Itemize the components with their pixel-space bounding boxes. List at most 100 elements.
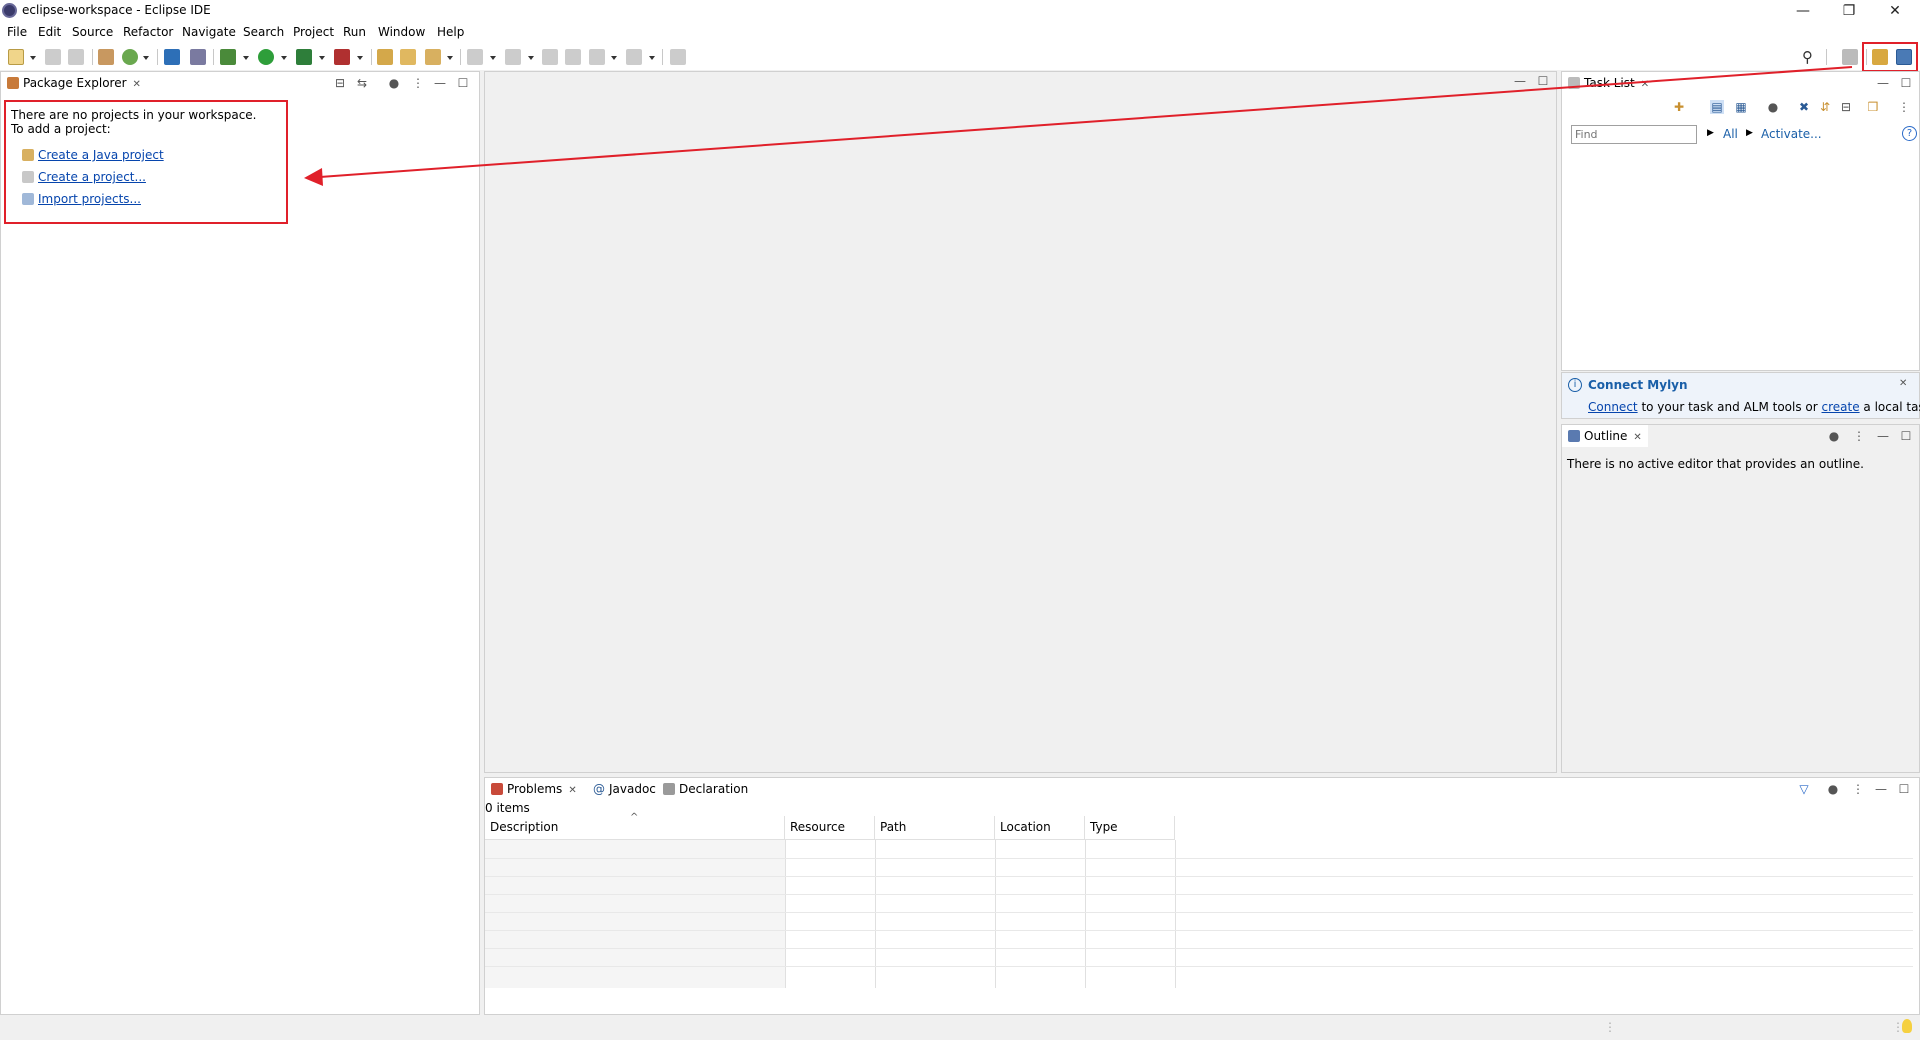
last-edit-icon[interactable] (542, 49, 558, 65)
scheduled-icon[interactable]: ▦ (1734, 100, 1748, 114)
menu-help[interactable]: Help (437, 25, 464, 39)
view-menu-icon[interactable]: ⋮ (1851, 782, 1865, 796)
open-task-icon[interactable] (400, 49, 416, 65)
maximize-view-icon[interactable]: ☐ (1899, 429, 1913, 443)
open-perspective-icon[interactable] (1842, 49, 1858, 65)
save-all-icon[interactable] (68, 49, 84, 65)
open-type-icon[interactable] (98, 49, 114, 65)
activate-link[interactable]: Activate... (1761, 127, 1822, 141)
prev-annotation-icon[interactable] (505, 49, 521, 65)
maximize-view-icon[interactable]: ☐ (456, 76, 470, 90)
new-task-icon[interactable]: ✚ (1672, 100, 1686, 114)
prev-annotation-dropdown-icon[interactable] (528, 56, 534, 60)
help-icon[interactable]: ? (1902, 126, 1917, 141)
save-icon[interactable] (45, 49, 61, 65)
repositories-icon[interactable]: ❒ (1866, 100, 1880, 114)
column-type[interactable]: Type (1085, 816, 1175, 840)
minimize-view-icon[interactable]: — (1876, 76, 1890, 90)
view-menu-icon[interactable]: ⋮ (411, 76, 425, 90)
column-path[interactable]: Path (875, 816, 995, 840)
minimize-view-icon[interactable]: — (1876, 429, 1890, 443)
maximize-view-icon[interactable]: ☐ (1897, 782, 1911, 796)
next-annotation-icon[interactable] (467, 49, 483, 65)
editor-maximize-icon[interactable]: ☐ (1536, 74, 1550, 88)
minimize-view-icon[interactable]: — (1874, 782, 1888, 796)
new-java-dropdown-icon[interactable] (143, 56, 149, 60)
connect-link[interactable]: Connect (1588, 400, 1638, 414)
forward-edit-icon[interactable] (565, 49, 581, 65)
coverage-dropdown-icon[interactable] (319, 56, 325, 60)
hide-completed-icon[interactable]: ✖ (1797, 100, 1811, 114)
back-icon[interactable] (589, 49, 605, 65)
skip-breakpoints-icon[interactable] (190, 49, 206, 65)
column-location[interactable]: Location (995, 816, 1085, 840)
status-separator: ⋮ (1604, 1020, 1616, 1034)
lightbulb-icon[interactable] (1902, 1019, 1912, 1033)
close-icon[interactable]: ✕ (1899, 378, 1907, 389)
menu-navigate[interactable]: Navigate (182, 25, 236, 39)
column-description[interactable]: Description ^ (485, 812, 785, 840)
menu-source[interactable]: Source (72, 25, 113, 39)
focus-task-icon[interactable]: ● (387, 76, 401, 90)
search-icon[interactable]: ⚲ (1802, 49, 1818, 65)
new-dropdown-icon[interactable] (30, 56, 36, 60)
menu-window[interactable]: Window (378, 25, 425, 39)
menu-search[interactable]: Search (243, 25, 284, 39)
view-menu-icon[interactable]: ⋮ (1852, 429, 1866, 443)
column-resource[interactable]: Resource (785, 816, 875, 840)
external-tools-dropdown-icon[interactable] (357, 56, 363, 60)
menu-edit[interactable]: Edit (38, 25, 61, 39)
all-link[interactable]: All (1723, 127, 1738, 141)
restore-button[interactable]: ❐ (1826, 0, 1872, 22)
open-folder-icon[interactable] (377, 49, 393, 65)
back-dropdown-icon[interactable] (611, 56, 617, 60)
terminal-icon[interactable] (164, 49, 180, 65)
link-editor-icon[interactable]: ⇆ (355, 76, 369, 90)
search-tool-dropdown-icon[interactable] (447, 56, 453, 60)
new-icon[interactable] (8, 49, 24, 65)
close-icon[interactable]: ✕ (1633, 432, 1641, 443)
menu-project[interactable]: Project (293, 25, 334, 39)
menu-refactor[interactable]: Refactor (123, 25, 173, 39)
collapse-all-icon[interactable]: ⊟ (1839, 100, 1853, 114)
tab-outline[interactable]: Outline ✕ (1562, 425, 1648, 447)
tab-package-explorer[interactable]: Package Explorer ✕ (1, 72, 147, 94)
new-java-icon[interactable] (122, 49, 138, 65)
tab-javadoc[interactable]: @ Javadoc (587, 778, 662, 800)
close-icon[interactable]: ✕ (133, 79, 141, 90)
view-menu-icon[interactable]: ⋮ (1897, 100, 1911, 114)
tab-problems[interactable]: Problems ✕ (485, 778, 583, 800)
menu-run[interactable]: Run (343, 25, 366, 39)
categorized-icon[interactable]: ▤ (1710, 100, 1724, 114)
minimize-button[interactable]: — (1780, 0, 1826, 22)
collapse-all-icon[interactable]: ⊟ (333, 76, 347, 90)
forward-dropdown-icon[interactable] (649, 56, 655, 60)
run-dropdown-icon[interactable] (281, 56, 287, 60)
menu-file[interactable]: File (7, 25, 27, 39)
pin-editor-icon[interactable] (670, 49, 686, 65)
close-icon[interactable]: ✕ (568, 785, 576, 796)
package-explorer-label: Package Explorer (23, 76, 127, 90)
tab-declaration[interactable]: Declaration (657, 778, 754, 800)
debug-icon[interactable] (220, 49, 236, 65)
sync-icon[interactable]: ⇵ (1818, 100, 1832, 114)
close-button[interactable]: ✕ (1872, 0, 1918, 22)
focus-workweek-icon[interactable]: ● (1766, 100, 1780, 114)
external-tools-icon[interactable] (334, 49, 350, 65)
focus-task-icon[interactable]: ● (1826, 782, 1840, 796)
find-input[interactable] (1571, 125, 1697, 144)
run-icon[interactable] (258, 49, 274, 65)
search-tool-icon[interactable] (425, 49, 441, 65)
maximize-view-icon[interactable]: ☐ (1899, 76, 1913, 90)
debug-dropdown-icon[interactable] (243, 56, 249, 60)
coverage-icon[interactable] (296, 49, 312, 65)
filter-icon[interactable]: ▽ (1797, 782, 1811, 796)
editor-minimize-icon[interactable]: — (1513, 74, 1527, 88)
minimize-view-icon[interactable]: — (433, 76, 447, 90)
create-link[interactable]: create (1822, 400, 1860, 414)
tab-task-list[interactable]: Task List ✕ (1562, 72, 1656, 94)
next-annotation-dropdown-icon[interactable] (490, 56, 496, 60)
focus-task-icon[interactable]: ● (1827, 429, 1841, 443)
forward-icon[interactable] (626, 49, 642, 65)
close-icon[interactable]: ✕ (1641, 79, 1649, 90)
